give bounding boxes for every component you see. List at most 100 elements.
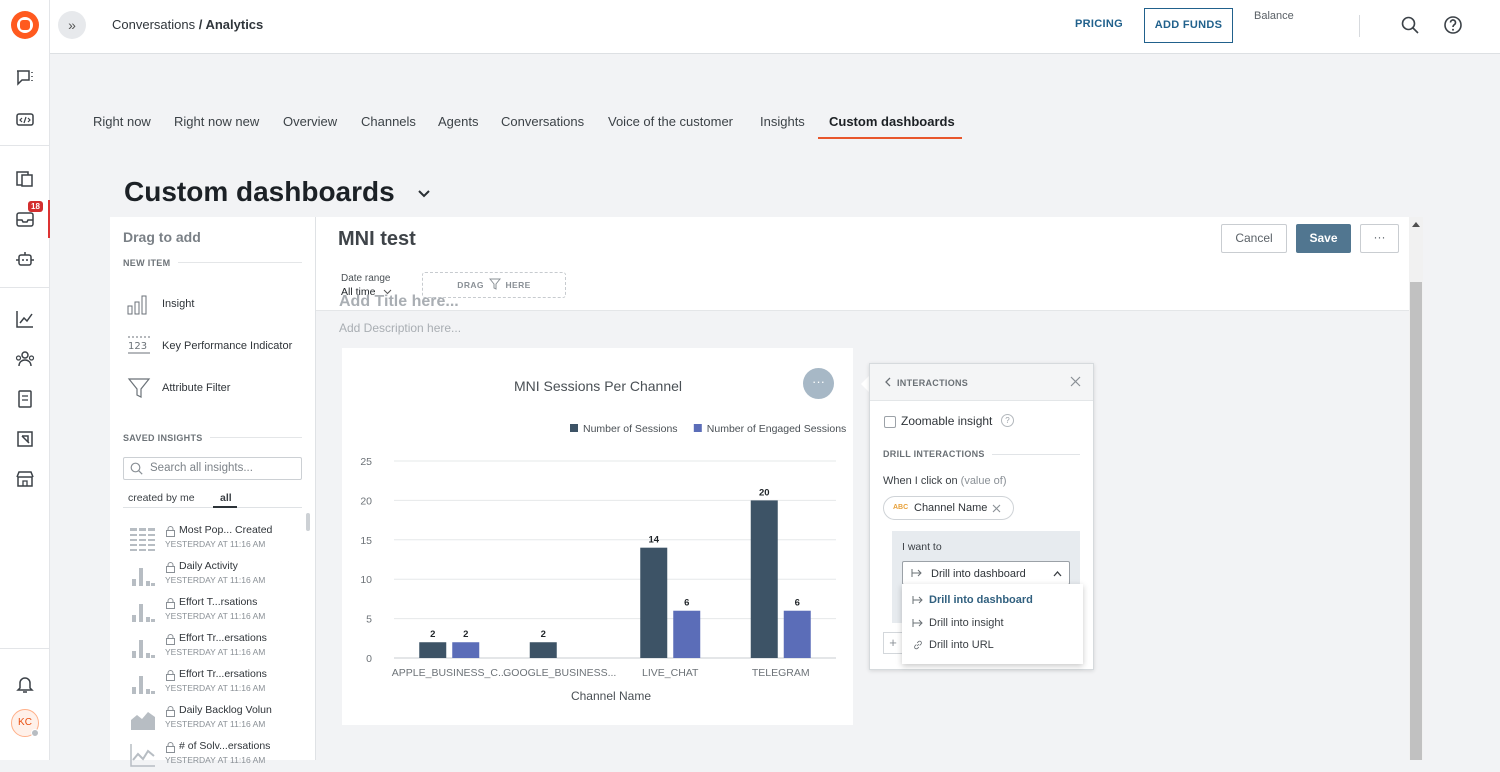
- left-nav-rail: 18 KC: [0, 0, 50, 760]
- insight-widget[interactable]: MNI Sessions Per Channel Number of Sessio…: [342, 348, 853, 725]
- save-button[interactable]: Save: [1296, 224, 1351, 253]
- data-label: 14: [648, 535, 659, 546]
- code-bot-icon[interactable]: [15, 109, 35, 129]
- data-label: 2: [430, 629, 435, 640]
- chat-icon[interactable]: [15, 68, 35, 88]
- saved-insight-item[interactable]: Effort Tr...ersations YESTERDAY AT 11:16…: [130, 668, 300, 700]
- saved-insight-name: Daily Backlog Volun: [179, 704, 272, 716]
- page-title: Custom dashboards: [124, 176, 395, 207]
- add-description-placeholder[interactable]: Add Description here...: [339, 321, 461, 335]
- search-icon[interactable]: [1400, 15, 1420, 35]
- saved-insight-date: YESTERDAY AT 11:16 AM: [165, 575, 266, 585]
- menu-item-label: Drill into URL: [929, 639, 994, 651]
- reports-icon[interactable]: [15, 429, 35, 449]
- chevron-up-icon: [1053, 571, 1062, 577]
- tab-channels[interactable]: Channels: [361, 114, 416, 129]
- saved-insight-item[interactable]: Most Pop... Created YESTERDAY AT 11:16 A…: [130, 524, 300, 556]
- saved-insight-name: Daily Activity: [179, 560, 238, 572]
- help-icon[interactable]: ?: [1001, 414, 1014, 427]
- tab-voice-of-customer[interactable]: Voice of the customer: [608, 114, 733, 129]
- analytics-icon[interactable]: [15, 309, 35, 329]
- bar-chart: MNI Sessions Per Channel Number of Sessio…: [360, 378, 846, 703]
- pricing-link[interactable]: PRICING: [1075, 18, 1123, 30]
- list-scrollbar[interactable]: [306, 513, 310, 531]
- drill-attribute-chip[interactable]: ABC Channel Name: [883, 496, 1014, 520]
- zoomable-checkbox[interactable]: [884, 416, 896, 428]
- value-of-text: (value of): [960, 475, 1007, 487]
- drill-action-select[interactable]: Drill into dashboard: [902, 561, 1070, 585]
- scrollbar-thumb[interactable]: [1410, 282, 1422, 760]
- lock-icon: [166, 670, 175, 681]
- widget-more-button[interactable]: ···: [803, 368, 834, 399]
- drill-arrow-icon: [912, 596, 923, 604]
- scroll-up-icon[interactable]: [1412, 222, 1420, 227]
- tab-right-now[interactable]: Right now: [93, 114, 151, 129]
- breadcrumb: Conversations / Analytics: [112, 17, 263, 32]
- menu-item-drill-insight[interactable]: Drill into insight: [902, 612, 1083, 634]
- svg-text:123: 123: [128, 341, 147, 352]
- saved-insight-item[interactable]: # of Solv...ersations YESTERDAY AT 11:16…: [130, 740, 300, 772]
- breadcrumb-current: Analytics: [205, 17, 264, 32]
- saved-insight-item[interactable]: Daily Activity YESTERDAY AT 11:16 AM: [130, 560, 300, 592]
- tab-custom-dashboards[interactable]: Custom dashboards: [829, 114, 955, 129]
- date-range-label: Date range: [341, 273, 391, 284]
- drill-arrow-icon: [911, 569, 922, 577]
- tab-insights[interactable]: Insights: [760, 114, 805, 129]
- active-indicator: [48, 200, 50, 238]
- inbox-icon[interactable]: [15, 209, 35, 229]
- tab-conversations[interactable]: Conversations: [501, 114, 584, 129]
- canvas-scrollbar[interactable]: [1409, 217, 1423, 760]
- selected-action: Drill into dashboard: [931, 568, 1026, 580]
- back-chevron-icon[interactable]: [884, 377, 892, 387]
- saved-insight-date: YESTERDAY AT 11:16 AM: [165, 611, 266, 621]
- dashboard-name[interactable]: MNI test: [338, 228, 416, 251]
- filter-all[interactable]: all: [220, 492, 232, 504]
- lock-icon: [166, 742, 175, 753]
- app-logo[interactable]: [11, 11, 39, 39]
- lock-icon: [166, 598, 175, 609]
- remove-icon[interactable]: [992, 504, 1001, 513]
- menu-item-drill-url[interactable]: Drill into URL: [902, 634, 1083, 656]
- add-title-placeholder[interactable]: Add Title here...: [339, 293, 459, 311]
- status-dot: [31, 729, 39, 737]
- saved-insight-item[interactable]: Effort Tr...ersations YESTERDAY AT 11:16…: [130, 632, 300, 664]
- store-icon[interactable]: [15, 469, 35, 489]
- legend-label: Number of Sessions: [583, 423, 678, 435]
- y-tick-label: 20: [360, 495, 372, 507]
- more-options-button[interactable]: ···: [1360, 224, 1399, 253]
- legend-swatch: [570, 424, 578, 432]
- funnel-icon: [488, 278, 501, 290]
- add-funds-button[interactable]: ADD FUNDS: [1144, 8, 1233, 43]
- filter-created-by-me[interactable]: created by me: [128, 492, 195, 504]
- saved-insight-item[interactable]: Effort T...rsations YESTERDAY AT 11:16 A…: [130, 596, 300, 628]
- saved-insight-item[interactable]: Daily Backlog Volun YESTERDAY AT 11:16 A…: [130, 704, 300, 736]
- lock-icon: [166, 526, 175, 537]
- zoomable-label[interactable]: Zoomable insight: [901, 414, 992, 428]
- tab-agents[interactable]: Agents: [438, 114, 478, 129]
- menu-item-drill-dashboard[interactable]: Drill into dashboard: [902, 589, 1083, 611]
- tab-right-now-new[interactable]: Right now new: [174, 114, 259, 129]
- saved-insight-name: Most Pop... Created: [179, 524, 273, 536]
- contacts-icon[interactable]: [15, 349, 35, 369]
- tab-overview[interactable]: Overview: [283, 114, 337, 129]
- chart-title: MNI Sessions Per Channel: [514, 378, 682, 394]
- lock-icon: [166, 634, 175, 645]
- search-insights-input[interactable]: Search all insights...: [123, 457, 302, 480]
- expand-sidebar-button[interactable]: »: [58, 11, 86, 39]
- chevron-down-icon[interactable]: [416, 186, 432, 202]
- cancel-button[interactable]: Cancel: [1221, 224, 1287, 253]
- breadcrumb-parent[interactable]: Conversations: [112, 17, 195, 32]
- x-axis-label: Channel Name: [571, 689, 651, 703]
- bot-icon[interactable]: [15, 249, 35, 269]
- bell-icon[interactable]: [15, 674, 35, 694]
- lock-icon: [166, 706, 175, 717]
- help-icon[interactable]: [1443, 15, 1463, 35]
- close-icon[interactable]: [1070, 376, 1081, 387]
- add-interaction-button[interactable]: +: [883, 632, 903, 654]
- knowledge-book-icon[interactable]: [15, 389, 35, 409]
- y-tick-label: 10: [360, 574, 372, 586]
- content-icon[interactable]: [15, 169, 35, 189]
- area-chart-icon: [131, 712, 155, 730]
- search-placeholder: Search all insights...: [150, 462, 253, 474]
- breadcrumb-separator: /: [195, 17, 206, 32]
